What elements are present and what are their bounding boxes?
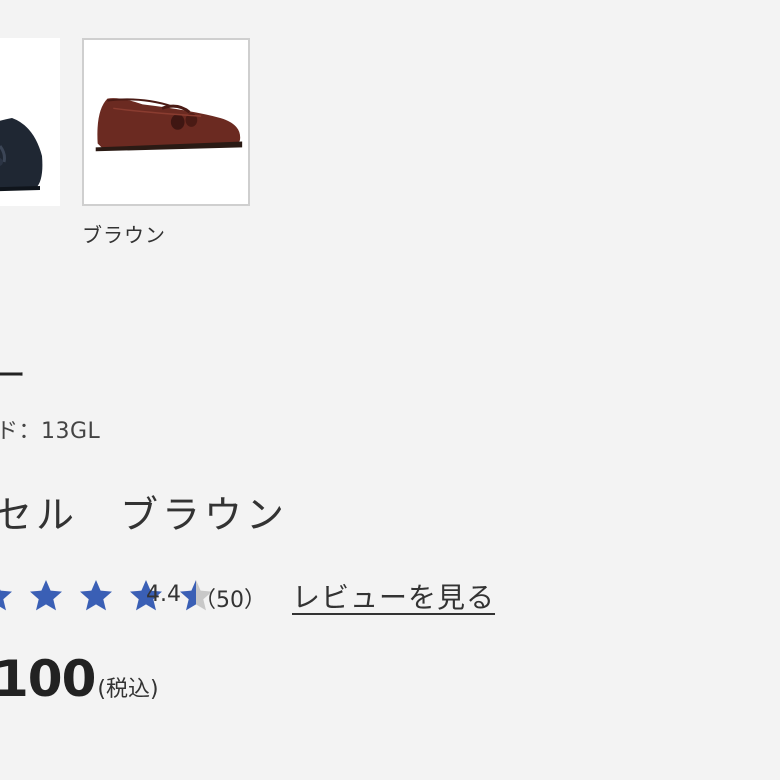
rating-row: 4.4 （50） レビューを見る: [0, 574, 780, 618]
color-swatch-black[interactable]: [0, 38, 60, 206]
star-icon: [78, 578, 122, 614]
view-reviews-link[interactable]: レビューを見る: [292, 576, 495, 616]
star-icon: [28, 578, 72, 614]
price-row: 100(税込): [0, 650, 159, 708]
product-name: セル ブラウン: [0, 493, 289, 537]
black-loafer-image: [0, 118, 43, 192]
brown-loafer-image: [95, 98, 243, 152]
star-icon: [0, 578, 22, 614]
price-amount: 100: [0, 650, 96, 708]
tax-included-note: (税込): [97, 677, 159, 702]
model-code: ド：13GL: [0, 419, 101, 444]
color-swatch-brown[interactable]: [82, 38, 250, 206]
review-count: （50）: [194, 588, 266, 613]
rating-value: 4.4: [146, 582, 181, 607]
swatch-label-brown: ブラウン: [82, 223, 166, 247]
product-title-fragment: ー: [0, 356, 26, 396]
